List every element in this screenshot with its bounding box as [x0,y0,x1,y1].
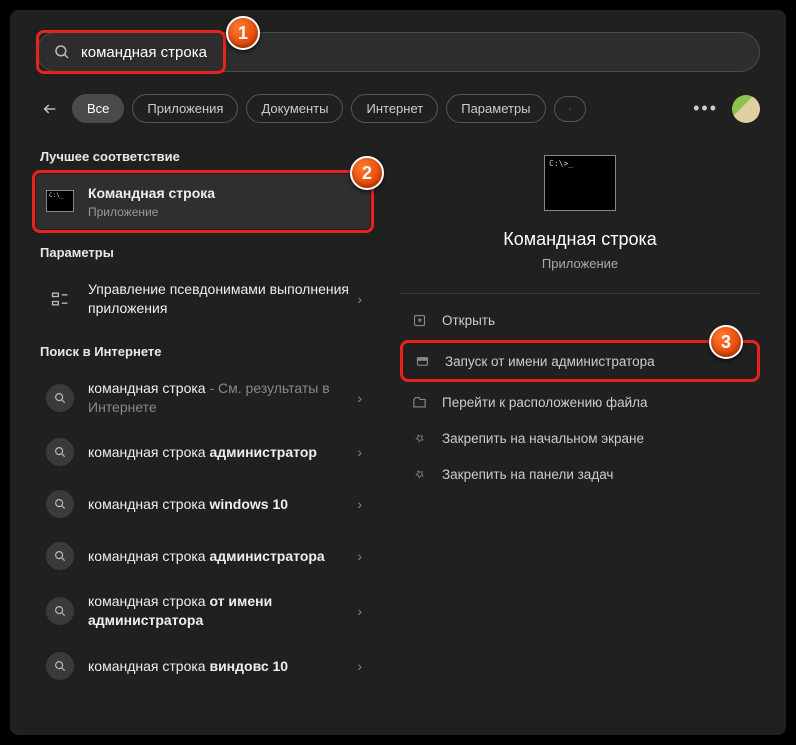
web-result-item[interactable]: командная строка администратор › [36,426,370,478]
tab-settings[interactable]: Параметры [446,94,545,123]
results-column: Лучшее соответствие Командная строка При… [10,141,380,735]
action-label: Закрепить на панели задач [442,467,613,482]
preview-subtitle: Приложение [400,256,760,271]
shield-icon [413,352,431,370]
folder-icon [410,393,428,411]
tab-apps[interactable]: Приложения [132,94,238,123]
action-open-location[interactable]: Перейти к расположению файла [400,384,760,420]
section-best-match: Лучшее соответствие [40,149,370,164]
annotation-badge-1: 1 [226,16,260,50]
search-input[interactable] [81,44,743,61]
action-label: Закрепить на начальном экране [442,431,644,446]
preview-app-icon [544,155,616,211]
search-box[interactable] [36,32,760,72]
annotation-badge-2: 2 [350,156,384,190]
chevron-right-icon: › [357,291,362,307]
search-icon [53,43,71,61]
pin-icon [410,465,428,483]
web-result-item[interactable]: командная строка от имени администратора… [36,582,370,640]
search-icon [44,382,76,414]
filter-tabs: Все Приложения Документы Интернет Параме… [36,94,760,123]
web-result-item[interactable]: командная строка администратора › [36,530,370,582]
tab-docs[interactable]: Документы [246,94,343,123]
search-panel: 1 Все Приложения Документы Интернет Пара… [10,10,786,735]
divider [400,293,760,294]
annotation-highlight-3: Запуск от имени администратора 3 [400,340,760,382]
action-pin-taskbar[interactable]: Закрепить на панели задач [400,456,760,492]
web-result-item[interactable]: командная строка виндовс 10 › [36,640,370,692]
chevron-right-icon: › [357,390,362,406]
tab-more-play[interactable] [554,96,586,122]
back-button[interactable] [36,95,64,123]
action-label: Перейти к расположению файла [442,395,648,410]
action-run-as-admin[interactable]: Запуск от имени администратора [405,345,755,377]
search-icon [44,540,76,572]
pin-icon [410,429,428,447]
annotation-badge-3: 3 [709,325,743,359]
action-pin-start[interactable]: Закрепить на начальном экране [400,420,760,456]
best-match-title: Командная строка [88,184,362,203]
settings-result-item[interactable]: Управление псевдонимами выполнения прило… [36,270,370,328]
web-result-item[interactable]: командная строка windows 10 › [36,478,370,530]
chevron-right-icon: › [357,444,362,460]
chevron-right-icon: › [357,658,362,674]
tab-web[interactable]: Интернет [351,94,438,123]
search-icon [44,436,76,468]
search-icon [44,595,76,627]
chevron-right-icon: › [357,603,362,619]
web-result-item[interactable]: командная строка - См. результаты в Инте… [36,369,370,427]
section-web: Поиск в Интернете [40,344,370,359]
action-label: Запуск от имени администратора [445,354,655,369]
preview-column: Командная строка Приложение Открыть Запу… [380,141,786,735]
search-icon [44,488,76,520]
chevron-right-icon: › [357,548,362,564]
action-open[interactable]: Открыть [400,302,760,338]
user-avatar[interactable] [732,95,760,123]
action-label: Открыть [442,313,495,328]
chevron-right-icon: › [357,496,362,512]
settings-item-label: Управление псевдонимами выполнения прило… [88,280,349,318]
open-icon [410,311,428,329]
more-button[interactable]: ••• [693,98,718,119]
tab-all[interactable]: Все [72,94,124,123]
cmd-icon [44,185,76,217]
alias-settings-icon [44,283,76,315]
search-icon [44,650,76,682]
best-match-subtitle: Приложение [88,205,362,219]
best-match-item[interactable]: Командная строка Приложение [36,174,370,229]
section-settings: Параметры [40,245,370,260]
preview-title: Командная строка [400,229,760,250]
